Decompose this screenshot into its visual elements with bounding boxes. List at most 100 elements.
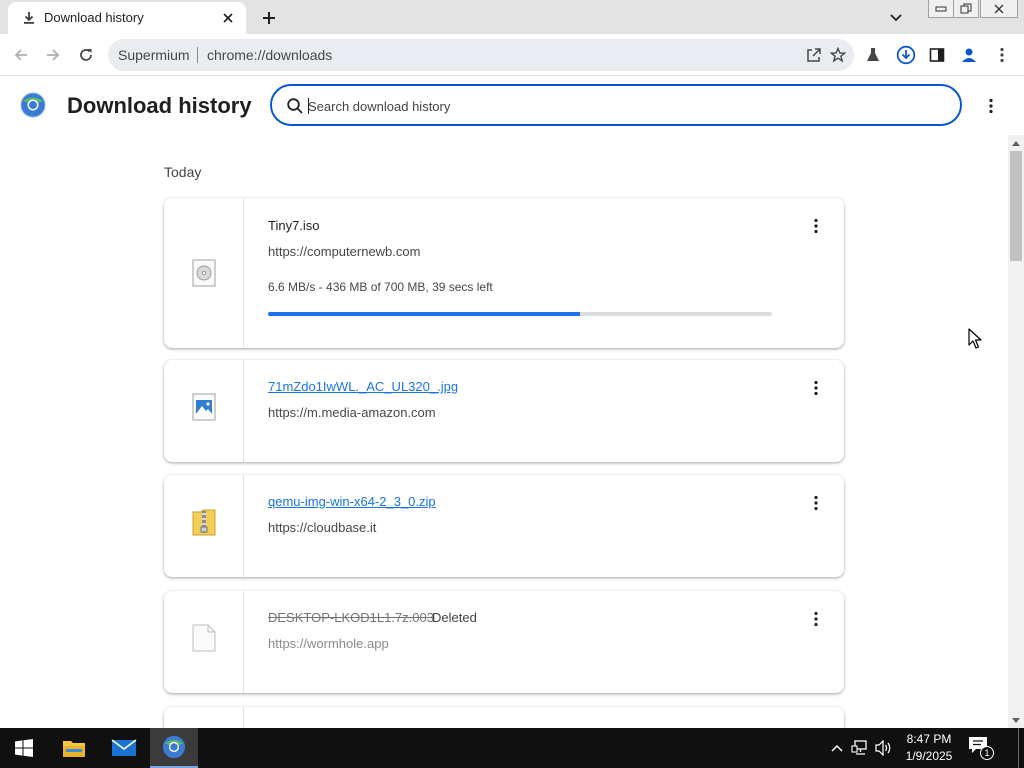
- more-vert-icon: [814, 495, 818, 511]
- file-icon-column: [164, 198, 244, 348]
- mouse-cursor-icon: [968, 328, 982, 349]
- item-menu-button[interactable]: [804, 214, 828, 238]
- tray-volume[interactable]: [874, 738, 894, 758]
- bookmark-button[interactable]: [826, 43, 850, 67]
- download-icon: [24, 12, 34, 24]
- vertical-scrollbar[interactable]: [1008, 135, 1024, 728]
- download-item: [164, 707, 844, 728]
- file-source-url[interactable]: https://computernewb.com: [268, 244, 420, 259]
- downloads-menu-button[interactable]: [978, 93, 1004, 119]
- tab-downloads[interactable]: Download history: [8, 2, 246, 34]
- close-icon: [994, 4, 1004, 13]
- windows-logo-icon: [15, 739, 33, 757]
- person-icon: [962, 48, 976, 62]
- file-source-url[interactable]: https://wormhole.app: [268, 636, 389, 651]
- share-button[interactable]: [802, 43, 826, 67]
- triangle-down-icon: [1012, 717, 1020, 723]
- file-name: DESKTOP-LKOD1L1.7z.003: [268, 610, 434, 625]
- chevron-up-icon: [831, 744, 843, 752]
- progress-bar-fill: [268, 312, 581, 316]
- file-source-url[interactable]: https://m.media-amazon.com: [268, 405, 436, 420]
- network-icon: [851, 740, 867, 755]
- arrow-right-icon: [47, 49, 60, 61]
- download-status: 6.6 MB/s - 436 MB of 700 MB, 39 secs lef…: [268, 280, 493, 294]
- side-panel-icon: [929, 48, 945, 62]
- window-close-button[interactable]: [980, 0, 1018, 18]
- file-icon-column: [164, 360, 244, 462]
- star-icon: [830, 47, 846, 63]
- download-item: 71mZdo1IwWL._AC_UL320_.jpg https://m.med…: [164, 360, 844, 462]
- clock-time: 8:47 PM: [906, 732, 952, 746]
- windows-taskbar: 8:47 PM 1/9/2025 1: [0, 728, 1024, 768]
- action-center-button[interactable]: 1: [968, 736, 994, 760]
- share-icon: [807, 48, 821, 62]
- address-bar[interactable]: Supermium chrome://downloads: [108, 39, 854, 71]
- search-input[interactable]: [308, 96, 908, 116]
- arrow-left-icon: [14, 49, 27, 61]
- side-panel-button[interactable]: [924, 42, 950, 68]
- more-vert-icon: [814, 611, 818, 627]
- file-name[interactable]: Tiny7.iso: [268, 218, 320, 233]
- browser-menu-button[interactable]: [989, 42, 1015, 68]
- download-circle-icon: [896, 45, 916, 65]
- item-menu-button[interactable]: [804, 376, 828, 400]
- file-name-link[interactable]: 71mZdo1IwWL._AC_UL320_.jpg: [268, 379, 458, 394]
- browser-toolbar: Supermium chrome://downloads: [0, 34, 1024, 76]
- plus-icon: [263, 12, 275, 24]
- file-icon-column: [164, 707, 244, 728]
- mail-icon: [111, 739, 137, 756]
- downloads-button[interactable]: [893, 42, 919, 68]
- labs-button[interactable]: [860, 42, 886, 68]
- taskbar-mail[interactable]: [100, 728, 148, 768]
- start-button[interactable]: [0, 728, 48, 768]
- clock-date: 1/9/2025: [905, 749, 953, 763]
- search-box[interactable]: [270, 84, 962, 126]
- tab-title: Download history: [44, 10, 144, 25]
- chevron-down-icon: [890, 14, 902, 22]
- forward-button[interactable]: [40, 42, 66, 68]
- file-name-link[interactable]: qemu-img-win-x64-2_3_0.zip: [268, 494, 436, 509]
- window-minimize-button[interactable]: [928, 0, 954, 18]
- reload-button[interactable]: [73, 42, 99, 68]
- zip-archive-icon: [192, 509, 216, 536]
- triangle-up-icon: [1012, 140, 1020, 146]
- window-restore-button[interactable]: [953, 0, 979, 18]
- item-menu-button[interactable]: [804, 607, 828, 631]
- more-vert-icon: [1000, 47, 1004, 63]
- downloads-list: Today Tiny7.iso https://computernewb.com…: [0, 135, 1008, 728]
- date-header: Today: [164, 164, 202, 180]
- close-icon: [223, 13, 233, 23]
- taskbar-supermium[interactable]: [150, 728, 198, 768]
- scroll-down-button[interactable]: [1008, 712, 1024, 728]
- scroll-up-button[interactable]: [1008, 135, 1024, 151]
- tray-network[interactable]: [850, 738, 870, 758]
- folder-icon: [63, 741, 85, 757]
- item-menu-button[interactable]: [804, 491, 828, 515]
- more-vert-icon: [814, 380, 818, 396]
- new-tab-button[interactable]: [256, 5, 282, 31]
- more-vert-icon: [814, 218, 818, 234]
- back-button[interactable]: [8, 42, 34, 68]
- profile-button[interactable]: [956, 42, 982, 68]
- downloads-header: Download history: [0, 77, 1024, 135]
- supermium-logo-icon: [162, 735, 186, 759]
- scrollbar-thumb[interactable]: [1010, 151, 1022, 261]
- tab-search-button[interactable]: [884, 8, 908, 28]
- taskbar-clock[interactable]: 8:47 PM 1/9/2025: [896, 731, 962, 765]
- show-desktop-button[interactable]: [1018, 728, 1019, 768]
- disc-image-icon: [192, 259, 216, 287]
- taskbar-file-explorer[interactable]: [50, 728, 98, 768]
- site-label: Supermium: [118, 47, 190, 63]
- reload-icon: [80, 49, 92, 61]
- address-url[interactable]: chrome://downloads: [207, 47, 332, 63]
- download-item: Tiny7.iso https://computernewb.com 6.6 M…: [164, 198, 844, 348]
- image-file-icon: [192, 393, 216, 421]
- tray-overflow-button[interactable]: [827, 738, 847, 758]
- file-icon-column: [164, 475, 244, 577]
- download-item: qemu-img-win-x64-2_3_0.zip https://cloud…: [164, 475, 844, 577]
- address-separator: [197, 47, 198, 63]
- minimize-icon: [935, 6, 947, 11]
- tab-close-button[interactable]: [218, 8, 238, 28]
- file-source-url[interactable]: https://cloudbase.it: [268, 520, 376, 535]
- volume-icon: [875, 740, 891, 756]
